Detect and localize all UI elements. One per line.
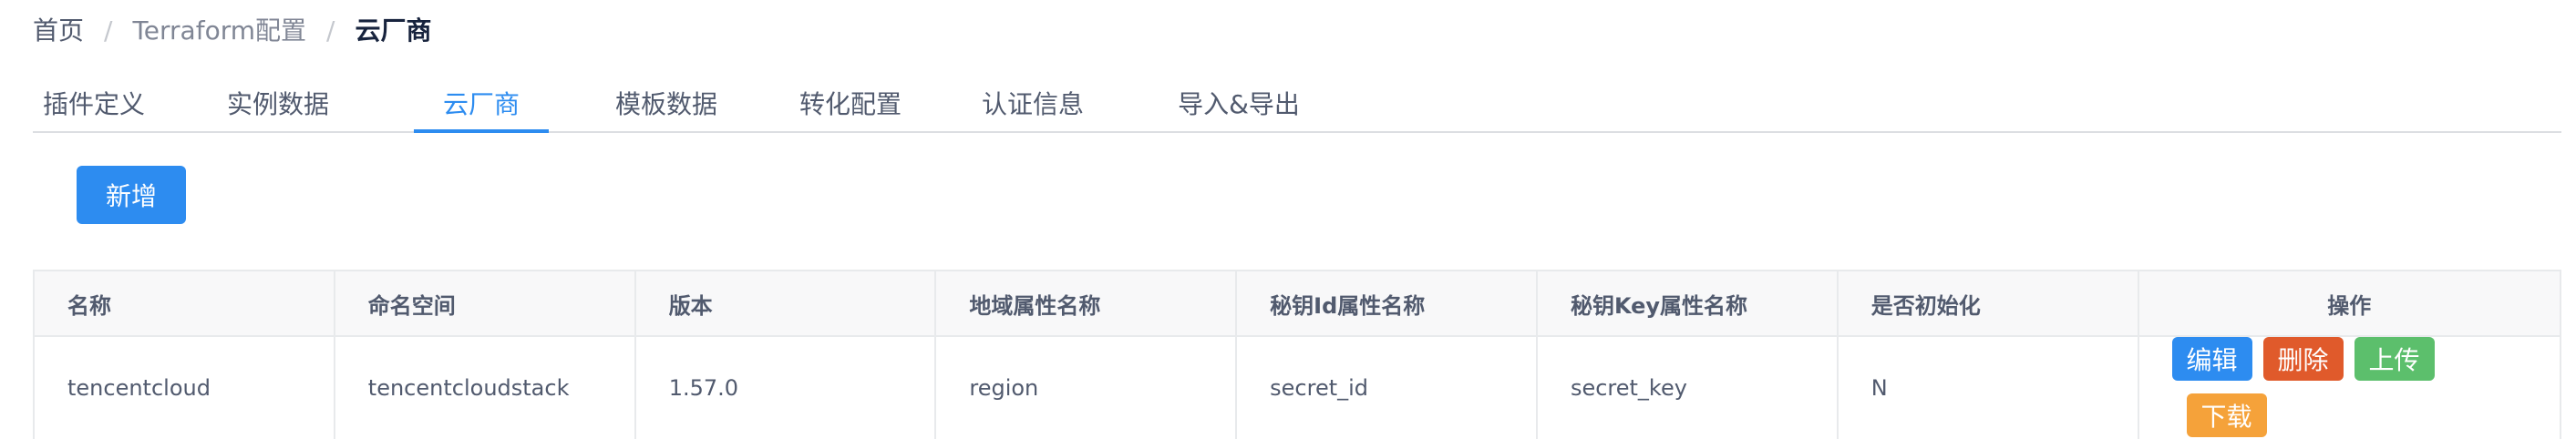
column-header-initialized: 是否初始化 <box>1837 271 2139 337</box>
active-tab-indicator <box>414 129 549 133</box>
cell-secret-id-attr: secret_id <box>1236 336 1538 439</box>
tab-cloud-vendor[interactable]: 云厂商 <box>414 75 549 131</box>
cell-secret-key-attr: secret_key <box>1536 336 1839 439</box>
cloud-vendor-table: 名称 命名空间 版本 地域属性名称 秘钥Id属性名称 秘钥Key属性名称 是否初… <box>33 270 2561 439</box>
column-header-namespace: 命名空间 <box>334 271 636 337</box>
breadcrumb-separator: / <box>104 15 113 46</box>
tab-bar: 插件定义 实例数据 云厂商 模板数据 转化配置 认证信息 导入&导出 <box>33 75 2561 133</box>
tab-instance-data[interactable]: 实例数据 <box>217 75 339 131</box>
breadcrumb: 首页 / Terraform配置 / 云厂商 <box>33 11 431 51</box>
table-row: tencentcloud tencentcloudstack 1.57.0 re… <box>34 336 2561 439</box>
breadcrumb-home[interactable]: 首页 <box>33 11 84 51</box>
tab-conversion-config[interactable]: 转化配置 <box>789 75 912 131</box>
download-button[interactable]: 下载 <box>2186 393 2267 437</box>
cell-initialized: N <box>1837 336 2139 439</box>
tab-auth-info[interactable]: 认证信息 <box>972 75 1094 131</box>
cell-name: tencentcloud <box>34 336 335 439</box>
column-header-secret-id-attr: 秘钥Id属性名称 <box>1236 271 1538 337</box>
page: 首页 / Terraform配置 / 云厂商 插件定义 实例数据 云厂商 模板数… <box>0 0 2576 439</box>
add-button[interactable]: 新增 <box>77 166 186 224</box>
column-header-name: 名称 <box>34 271 335 337</box>
breadcrumb-separator: / <box>326 15 335 46</box>
table-header-row: 名称 命名空间 版本 地域属性名称 秘钥Id属性名称 秘钥Key属性名称 是否初… <box>34 271 2561 337</box>
cell-namespace: tencentcloudstack <box>334 336 636 439</box>
cell-actions: 编辑 删除 上传 下载 <box>2138 336 2561 439</box>
tab-import-export[interactable]: 导入&导出 <box>1163 75 1314 131</box>
breadcrumb-current: 云厂商 <box>355 15 432 46</box>
tab-template-data[interactable]: 模板数据 <box>605 75 727 131</box>
tab-plugin-definition[interactable]: 插件定义 <box>33 75 155 131</box>
delete-button[interactable]: 删除 <box>2262 337 2344 381</box>
breadcrumb-terraform-config[interactable]: Terraform配置 <box>132 11 306 51</box>
cell-region-attr: region <box>935 336 1238 439</box>
cell-version: 1.57.0 <box>634 336 937 439</box>
column-header-actions: 操作 <box>2138 271 2561 337</box>
edit-button[interactable]: 编辑 <box>2171 337 2252 381</box>
column-header-secret-key-attr: 秘钥Key属性名称 <box>1536 271 1839 337</box>
column-header-region-attr: 地域属性名称 <box>935 271 1238 337</box>
upload-button[interactable]: 上传 <box>2354 337 2435 381</box>
column-header-version: 版本 <box>634 271 937 337</box>
